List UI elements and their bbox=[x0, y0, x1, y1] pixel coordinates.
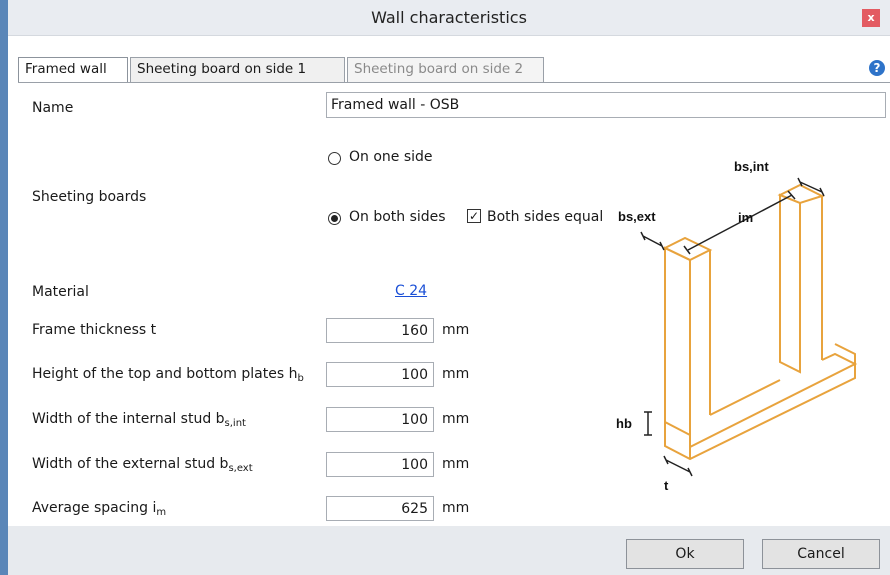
radio-one-side-label: On one side bbox=[349, 149, 433, 165]
material-label: Material bbox=[32, 284, 89, 300]
bs-ext-label: bs,ext bbox=[618, 209, 656, 224]
dialog-footer bbox=[8, 526, 890, 575]
close-button[interactable]: x bbox=[862, 9, 880, 27]
frame-thickness-unit: mm bbox=[442, 322, 470, 338]
hb-label: hb bbox=[616, 416, 632, 431]
tab-sheeting-side-1[interactable]: Sheeting board on side 1 bbox=[130, 57, 345, 82]
title-bar: Wall characteristics x bbox=[8, 0, 890, 36]
hb-dimension bbox=[644, 411, 652, 436]
radio-both-sides[interactable] bbox=[328, 212, 341, 225]
plate-height-unit: mm bbox=[442, 366, 470, 382]
material-link[interactable]: C 24 bbox=[395, 283, 427, 299]
ok-button[interactable]: Ok bbox=[626, 539, 744, 569]
internal-stud-top bbox=[777, 183, 825, 205]
cancel-button[interactable]: Cancel bbox=[762, 539, 880, 569]
both-sides-equal-checkbox[interactable]: ✓ bbox=[467, 209, 481, 223]
im-label: im bbox=[738, 210, 753, 225]
window-left-border bbox=[0, 0, 8, 575]
average-spacing-field[interactable]: 625 bbox=[326, 496, 434, 521]
radio-one-side[interactable] bbox=[328, 152, 341, 165]
internal-stud-field[interactable]: 100 bbox=[326, 407, 434, 432]
name-label: Name bbox=[32, 100, 74, 116]
frame-thickness-label: Frame thickness t bbox=[32, 322, 157, 338]
internal-stud-unit: mm bbox=[442, 411, 470, 427]
bs-int-label: bs,int bbox=[734, 159, 769, 174]
internal-stud-front bbox=[779, 193, 801, 374]
bs-ext-dimension bbox=[640, 231, 665, 251]
average-spacing-unit: mm bbox=[442, 500, 470, 516]
window-title: Wall characteristics bbox=[371, 8, 527, 27]
internal-stud-label: Width of the internal stud bs,int bbox=[32, 411, 246, 429]
radio-both-sides-label: On both sides bbox=[349, 209, 446, 225]
tab-framed-wall[interactable]: Framed wall bbox=[18, 57, 128, 82]
external-stud-unit: mm bbox=[442, 456, 470, 472]
tab-sheeting-side-2: Sheeting board on side 2 bbox=[347, 57, 544, 82]
framed-wall-diagram: im bs,int bs,ext hb t bbox=[616, 159, 858, 490]
frame-thickness-field[interactable]: 160 bbox=[326, 318, 434, 343]
plate-height-label: Height of the top and bottom plates hb bbox=[32, 366, 304, 384]
external-stud-label: Width of the external stud bs,ext bbox=[32, 456, 253, 474]
t-dimension bbox=[663, 455, 693, 477]
help-icon[interactable]: ? bbox=[869, 60, 885, 76]
both-sides-equal-label: Both sides equal bbox=[487, 209, 604, 225]
average-spacing-label: Average spacing im bbox=[32, 500, 167, 518]
external-stud-field[interactable]: 100 bbox=[326, 452, 434, 477]
external-stud-front bbox=[664, 246, 691, 437]
bottom-plate-top-line bbox=[709, 379, 781, 416]
plate-height-field[interactable]: 100 bbox=[326, 362, 434, 387]
name-field[interactable]: Framed wall - OSB bbox=[326, 92, 886, 118]
t-label: t bbox=[664, 478, 669, 490]
bottom-plate-outline bbox=[664, 343, 856, 461]
sheeting-boards-label: Sheeting boards bbox=[32, 189, 147, 205]
bottom-plate-inner-line bbox=[689, 352, 858, 448]
